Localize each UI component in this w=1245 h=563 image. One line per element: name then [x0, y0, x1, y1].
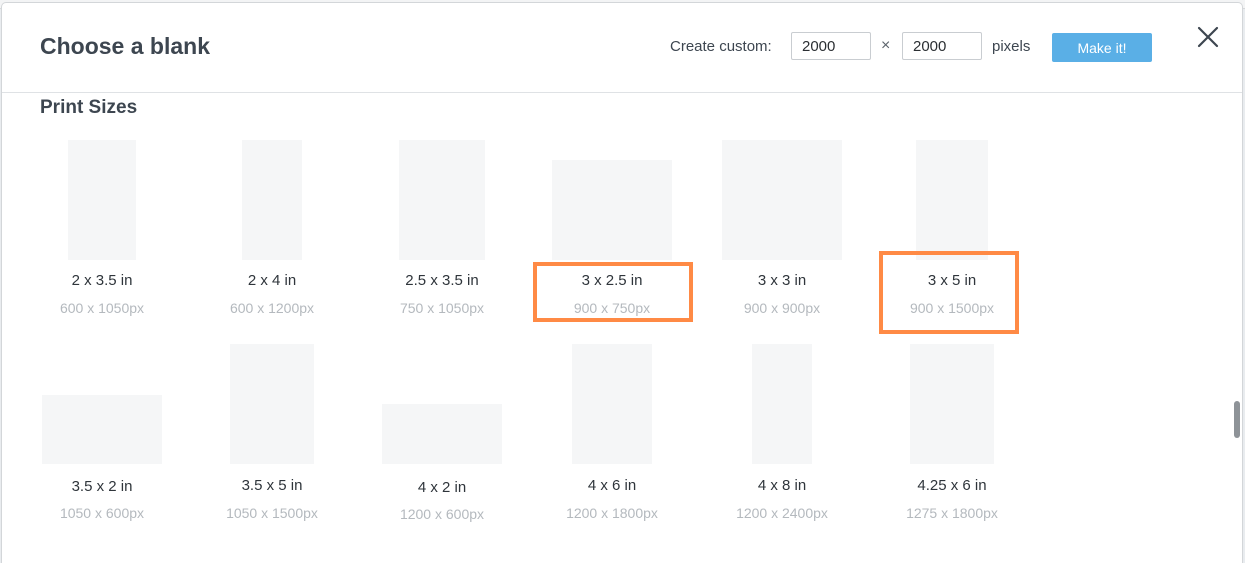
tile-size-label: 2.5 x 3.5 in	[405, 272, 479, 289]
tile-thumbnail	[382, 404, 502, 464]
tile-thumbnail	[242, 140, 302, 260]
dialog-title: Choose a blank	[40, 33, 210, 59]
tile-size-label: 4 x 2 in	[417, 479, 467, 496]
close-button[interactable]	[1194, 23, 1222, 51]
tile-thumbnail	[68, 140, 136, 260]
tile-size-label: 2 x 3.5 in	[71, 272, 133, 289]
tile-pixel-size: 1050 x 600px	[59, 505, 145, 521]
tile-thumbnail	[399, 140, 485, 260]
custom-width-input[interactable]	[791, 32, 871, 60]
tile-thumbnail	[910, 344, 994, 464]
tile-thumbnail	[916, 140, 988, 260]
tile-size-label: 3.5 x 2 in	[71, 478, 133, 495]
tile-pixel-size: 600 x 1200px	[229, 300, 315, 316]
tile-size-label: 2 x 4 in	[247, 272, 297, 289]
tile-thumbnail	[230, 344, 314, 464]
tile-thumbnail	[752, 344, 812, 464]
tile-thumbnail	[572, 344, 652, 464]
custom-height-input[interactable]	[902, 32, 982, 60]
tile-size-label: 4 x 8 in	[757, 477, 807, 494]
tile-size-label: 3.5 x 5 in	[241, 477, 303, 494]
tile-pixel-size: 1200 x 600px	[399, 506, 485, 522]
times-sign: ×	[881, 37, 891, 54]
close-icon	[1197, 26, 1219, 48]
tile-thumbnail	[722, 140, 842, 260]
tile-pixel-size: 600 x 1050px	[59, 300, 145, 316]
tile-thumbnail	[42, 395, 162, 464]
highlight-box	[879, 251, 1019, 334]
scrollbar-thumb[interactable]	[1234, 401, 1240, 438]
tile-pixel-size: 1200 x 1800px	[566, 505, 658, 521]
tile-size-label: 4 x 6 in	[587, 477, 637, 494]
pixels-unit-label: pixels	[992, 38, 1031, 55]
tile-thumbnail	[552, 160, 672, 260]
tile-pixel-size: 750 x 1050px	[399, 300, 485, 316]
make-it-button[interactable]: Make it!	[1052, 33, 1152, 62]
tile-size-label: 3 x 3 in	[757, 272, 807, 289]
highlight-box	[533, 262, 693, 322]
tile-pixel-size: 1275 x 1800px	[906, 505, 998, 521]
tile-pixel-size: 1050 x 1500px	[226, 505, 318, 521]
section-title-print-sizes: Print Sizes	[40, 97, 138, 118]
tile-pixel-size: 900 x 900px	[743, 300, 821, 316]
choose-blank-dialog: Choose a blank Create custom: × pixels M…	[2, 3, 1242, 563]
tile-pixel-size: 1200 x 2400px	[736, 505, 828, 521]
dialog-header: Choose a blank Create custom: × pixels M…	[2, 3, 1242, 93]
create-custom-label: Create custom:	[670, 38, 772, 55]
tile-size-label: 4.25 x 6 in	[917, 477, 987, 494]
